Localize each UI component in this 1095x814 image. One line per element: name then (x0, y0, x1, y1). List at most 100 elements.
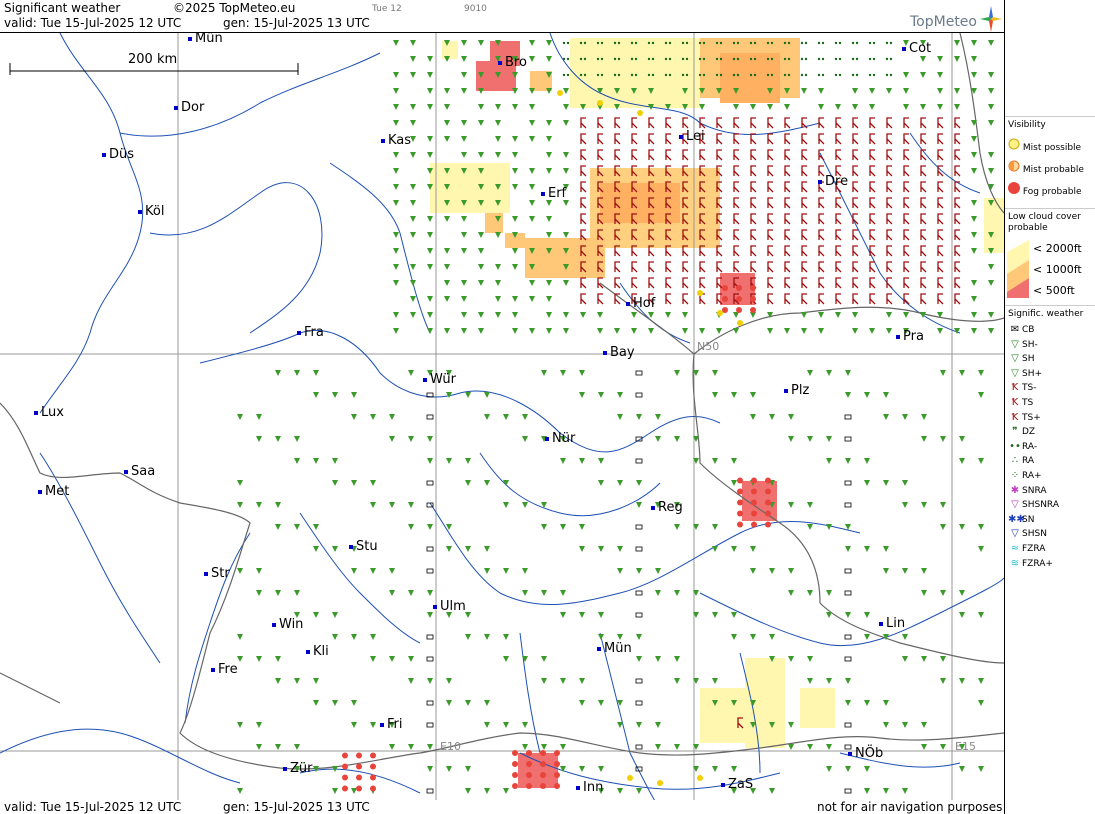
city-erfurt[interactable]: Erf (541, 186, 566, 201)
city-cottbus[interactable]: Cot (902, 41, 931, 56)
fog-dot (697, 775, 703, 781)
thunderstorm-symbol (784, 133, 791, 145)
shower-symbol (978, 392, 984, 398)
city-hof[interactable]: Hof (626, 296, 655, 311)
fog-dot (719, 41, 723, 45)
city-duesseldorf[interactable]: Düs (102, 147, 134, 162)
thunderstorm-symbol (784, 293, 791, 305)
city-plzen[interactable]: Plz (784, 383, 809, 398)
weather-map[interactable]: 200 km N50 E10 E15 Mün Bro Cot Dor Kas L… (0, 32, 1004, 802)
fog-dot (613, 73, 617, 77)
city-stuttgart[interactable]: Stu (349, 539, 378, 554)
city-linz[interactable]: Lin (879, 616, 905, 631)
city-noeb[interactable]: NÖb (848, 746, 883, 761)
shower-symbol (393, 152, 399, 158)
shower-symbol (971, 328, 977, 334)
city-zuerich[interactable]: Zür (283, 761, 313, 776)
fog-dot (834, 41, 838, 45)
shower-symbol (845, 678, 851, 684)
thunderstorm-symbol (580, 133, 587, 145)
shower-symbol (617, 546, 623, 552)
city-regensburg[interactable]: Reg (651, 500, 683, 515)
thunderstorm-symbol (648, 149, 655, 161)
city-kli[interactable]: Kli (306, 644, 329, 659)
shower-symbol (959, 458, 965, 464)
city-koeln[interactable]: Köl (138, 204, 164, 219)
fog-dot (647, 57, 651, 61)
thunderstorm-symbol (835, 293, 842, 305)
fog-dot (838, 73, 842, 77)
shower-symbol (410, 104, 416, 110)
thunderstorm-symbol (767, 133, 774, 145)
city-leipzig[interactable]: Lei (679, 129, 705, 144)
shower-symbol (529, 104, 535, 110)
shower-symbol (648, 312, 654, 318)
shower-symbol (978, 678, 984, 684)
valid-time: valid: Tue 15-Jul-2025 12 UTC (4, 16, 182, 30)
shower-symbol (560, 612, 566, 618)
thunderstorm-symbol (835, 261, 842, 273)
shower-symbol (478, 328, 484, 334)
city-zas[interactable]: ZaS (721, 777, 753, 792)
city-freiburg[interactable]: Fre (211, 662, 238, 677)
city-kassel[interactable]: Kas (381, 133, 411, 148)
shower-symbol (522, 414, 528, 420)
shower-symbol (478, 152, 484, 158)
city-praha[interactable]: Pra (896, 329, 924, 344)
shower-symbol (408, 744, 414, 750)
fog-dot (715, 41, 719, 45)
shower-symbol (237, 502, 243, 508)
city-innsbruck[interactable]: Inn (576, 780, 603, 795)
thunderstorm-symbol (886, 213, 893, 225)
shower-symbol (503, 502, 509, 508)
thunderstorm-symbol (665, 133, 672, 145)
shower-symbol (465, 788, 471, 794)
shower-symbol (903, 72, 909, 78)
city-nuernberg[interactable]: Nür (545, 431, 575, 446)
legend-shower-heavy: ▽ SH+ (1008, 368, 1042, 379)
fog-dot (562, 73, 566, 77)
fog-dot (750, 285, 756, 291)
shower-symbol (636, 502, 642, 508)
fog-dot (647, 73, 651, 77)
thunderstorm-symbol (852, 117, 859, 129)
shower-symbol (410, 40, 416, 46)
city-metz[interactable]: Met (38, 484, 69, 499)
city-brocken[interactable]: Bro (498, 55, 527, 70)
fog-dot (787, 73, 791, 77)
city-luxembourg[interactable]: Lux (34, 405, 64, 420)
thunderstorm-symbol (801, 197, 808, 209)
legend-lowcloud-title-2: probable (1008, 223, 1048, 233)
city-dresden[interactable]: Dre (818, 174, 848, 189)
thunderstorm-symbol (818, 197, 825, 209)
city-strasbourg[interactable]: Str (204, 566, 230, 581)
shower-symbol (978, 766, 984, 772)
shower-symbol (546, 280, 552, 286)
shower-symbol (512, 104, 518, 110)
thunderstorm-symbol (665, 277, 672, 289)
city-muenster[interactable]: Mün (188, 33, 223, 46)
city-muenchen[interactable]: Mün (597, 641, 632, 656)
shower-symbol (731, 458, 737, 464)
shower-symbol (351, 414, 357, 420)
shower-symbol (807, 656, 813, 662)
fog-dot (868, 57, 872, 61)
city-dortmund[interactable]: Dor (174, 100, 204, 115)
city-bayreuth[interactable]: Bay (603, 345, 635, 360)
city-win[interactable]: Win (272, 617, 303, 632)
footer-gen: gen: 15-Jul-2025 13 UTC (223, 800, 370, 814)
fog-dot (512, 761, 518, 767)
city-wuerzburg[interactable]: Wür (423, 372, 456, 387)
thunderstorm-symbol (818, 261, 825, 273)
city-friedrichshafen[interactable]: Fri (380, 717, 403, 732)
fog-dot (868, 41, 872, 45)
city-frankfurt[interactable]: Fra (297, 325, 324, 340)
city-saarbruecken[interactable]: Saa (124, 464, 155, 479)
city-ulm[interactable]: Ulm (433, 599, 466, 614)
shower-symbol (408, 502, 414, 508)
fog-dot (540, 783, 546, 789)
shower-symbol (788, 744, 794, 750)
shower-symbol (769, 414, 775, 420)
fog-dot (702, 57, 706, 61)
shower-symbol (465, 700, 471, 706)
